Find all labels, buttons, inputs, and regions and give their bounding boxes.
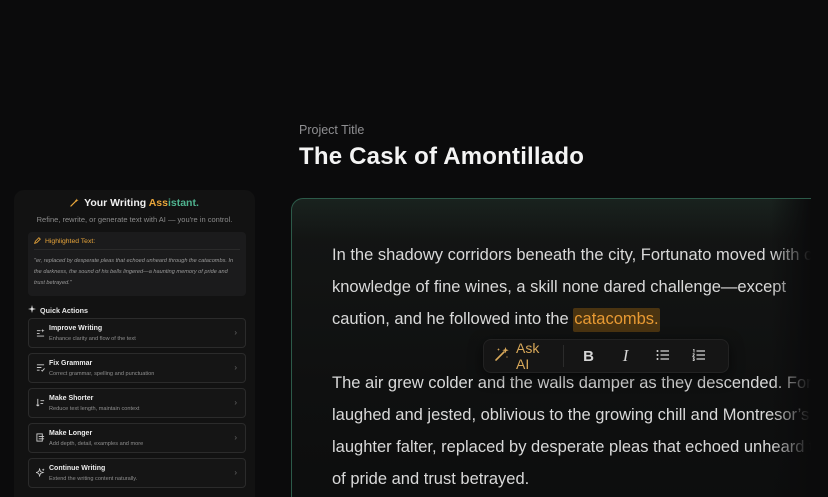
chevron-right-icon: › [234,328,237,337]
continue-writing-button[interactable]: Continue Writing Extend the writing cont… [28,458,246,488]
paragraph-line: laughed and jested, oblivious to the gro… [332,406,810,424]
magic-wand-icon [70,198,79,210]
lengthen-icon [35,433,45,443]
bold-button[interactable]: B [570,343,607,369]
text-improve-icon [35,328,45,338]
sparkle-icon [28,305,36,315]
italic-button[interactable]: I [607,343,644,369]
writing-assistant-panel: Your Writing Assistant. Refine, rewrite,… [14,190,255,497]
numbered-list-button[interactable] [681,343,718,369]
quick-actions-heading: Quick Actions [28,305,88,315]
chevron-right-icon: › [234,398,237,407]
sparkle-icon [34,467,45,478]
divider [34,249,240,250]
magic-wand-icon [494,346,510,367]
ask-ai-button[interactable]: Ask AI [494,340,565,372]
paragraph-1[interactable]: In the shadowy corridors beneath the cit… [332,239,811,335]
chevron-right-icon: › [234,468,237,477]
pencil-icon [34,237,41,246]
paragraph-line: of pride and trust betrayed. [332,470,530,488]
chevron-right-icon: › [234,433,237,442]
paragraph-line: caution, and he followed into the cataco… [332,303,811,335]
document-title[interactable]: The Cask of Amontillado [299,143,584,171]
editor-glow [292,199,811,239]
shorten-icon [35,398,45,408]
italic-icon: I [622,346,629,365]
paragraph-line: knowledge of fine wines, a skill none da… [332,278,787,296]
make-shorter-button[interactable]: Make Shorter Reduce text length, maintai… [28,388,246,418]
assistant-title: Your Writing Assistant. [14,197,255,210]
formatting-toolbar: Ask AI B I [483,339,729,373]
bold-icon: B [583,347,594,365]
editor-fade [771,199,811,497]
fix-grammar-button[interactable]: Fix Grammar Correct grammar, spelling an… [28,353,246,383]
make-longer-button[interactable]: Make Longer Add depth, detail, examples … [28,423,246,453]
improve-writing-button[interactable]: Improve Writing Enhance clarity and flow… [28,318,246,348]
highlighted-text-box: Highlighted Text: "er, replaced by despe… [28,232,246,296]
bullet-list-button[interactable] [644,343,681,369]
highlighted-text-content: "er, replaced by desperate pleas that ec… [34,258,234,286]
bullet-list-icon [656,348,670,365]
paragraph-line: In the shadowy corridors beneath the cit… [332,246,811,264]
quick-actions-list: Improve Writing Enhance clarity and flow… [28,318,246,493]
numbered-list-icon [692,348,706,365]
chevron-right-icon: › [234,363,237,372]
grammar-check-icon [35,363,45,373]
project-title-label: Project Title [299,123,365,137]
paragraph-2[interactable]: The air grew colder and the walls damper… [332,367,811,495]
highlighted-text-label: Highlighted Text: [34,237,95,246]
paragraph-line: laughter falter, replaced by desperate p… [332,438,811,456]
highlighted-selection[interactable]: catacombs. [573,308,660,332]
assistant-subtitle: Refine, rewrite, or generate text with A… [36,215,233,224]
